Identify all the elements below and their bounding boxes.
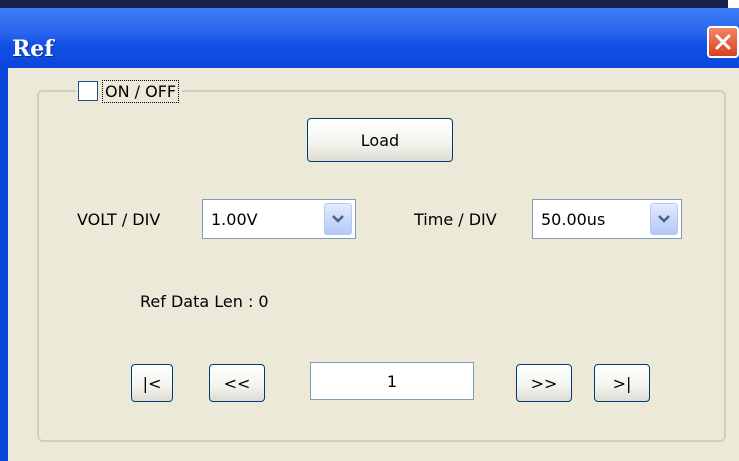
frame-mark [483, 0, 485, 8]
first-page-button[interactable]: |< [131, 364, 173, 402]
page-number-field[interactable]: 1 [310, 362, 474, 400]
time-div-label: Time / DIV [414, 210, 497, 229]
time-div-value: 50.00us [541, 210, 606, 229]
window-title: Ref [12, 36, 54, 62]
volt-div-label: VOLT / DIV [77, 210, 161, 229]
volt-div-select[interactable]: 1.00V [202, 199, 356, 239]
load-button[interactable]: Load [307, 118, 453, 162]
close-icon [715, 34, 731, 50]
volt-div-dropdown-button[interactable] [324, 203, 352, 235]
title-bar[interactable]: Ref [0, 8, 739, 68]
on-off-checkbox[interactable] [78, 81, 98, 101]
on-off-toggle[interactable]: ON / OFF [76, 78, 183, 104]
last-page-button[interactable]: >| [594, 364, 650, 402]
chevron-down-icon [658, 215, 670, 223]
ref-data-length-text: Ref Data Len : 0 [140, 292, 269, 311]
time-div-select[interactable]: 50.00us [532, 199, 682, 239]
window-left-border [0, 68, 8, 461]
volt-div-value: 1.00V [211, 210, 258, 229]
chevron-down-icon [332, 215, 344, 223]
time-div-dropdown-button[interactable] [650, 203, 678, 235]
close-button[interactable] [707, 26, 739, 58]
on-off-label[interactable]: ON / OFF [102, 79, 180, 103]
previous-page-button[interactable]: << [209, 364, 265, 402]
next-page-button[interactable]: >> [516, 364, 572, 402]
